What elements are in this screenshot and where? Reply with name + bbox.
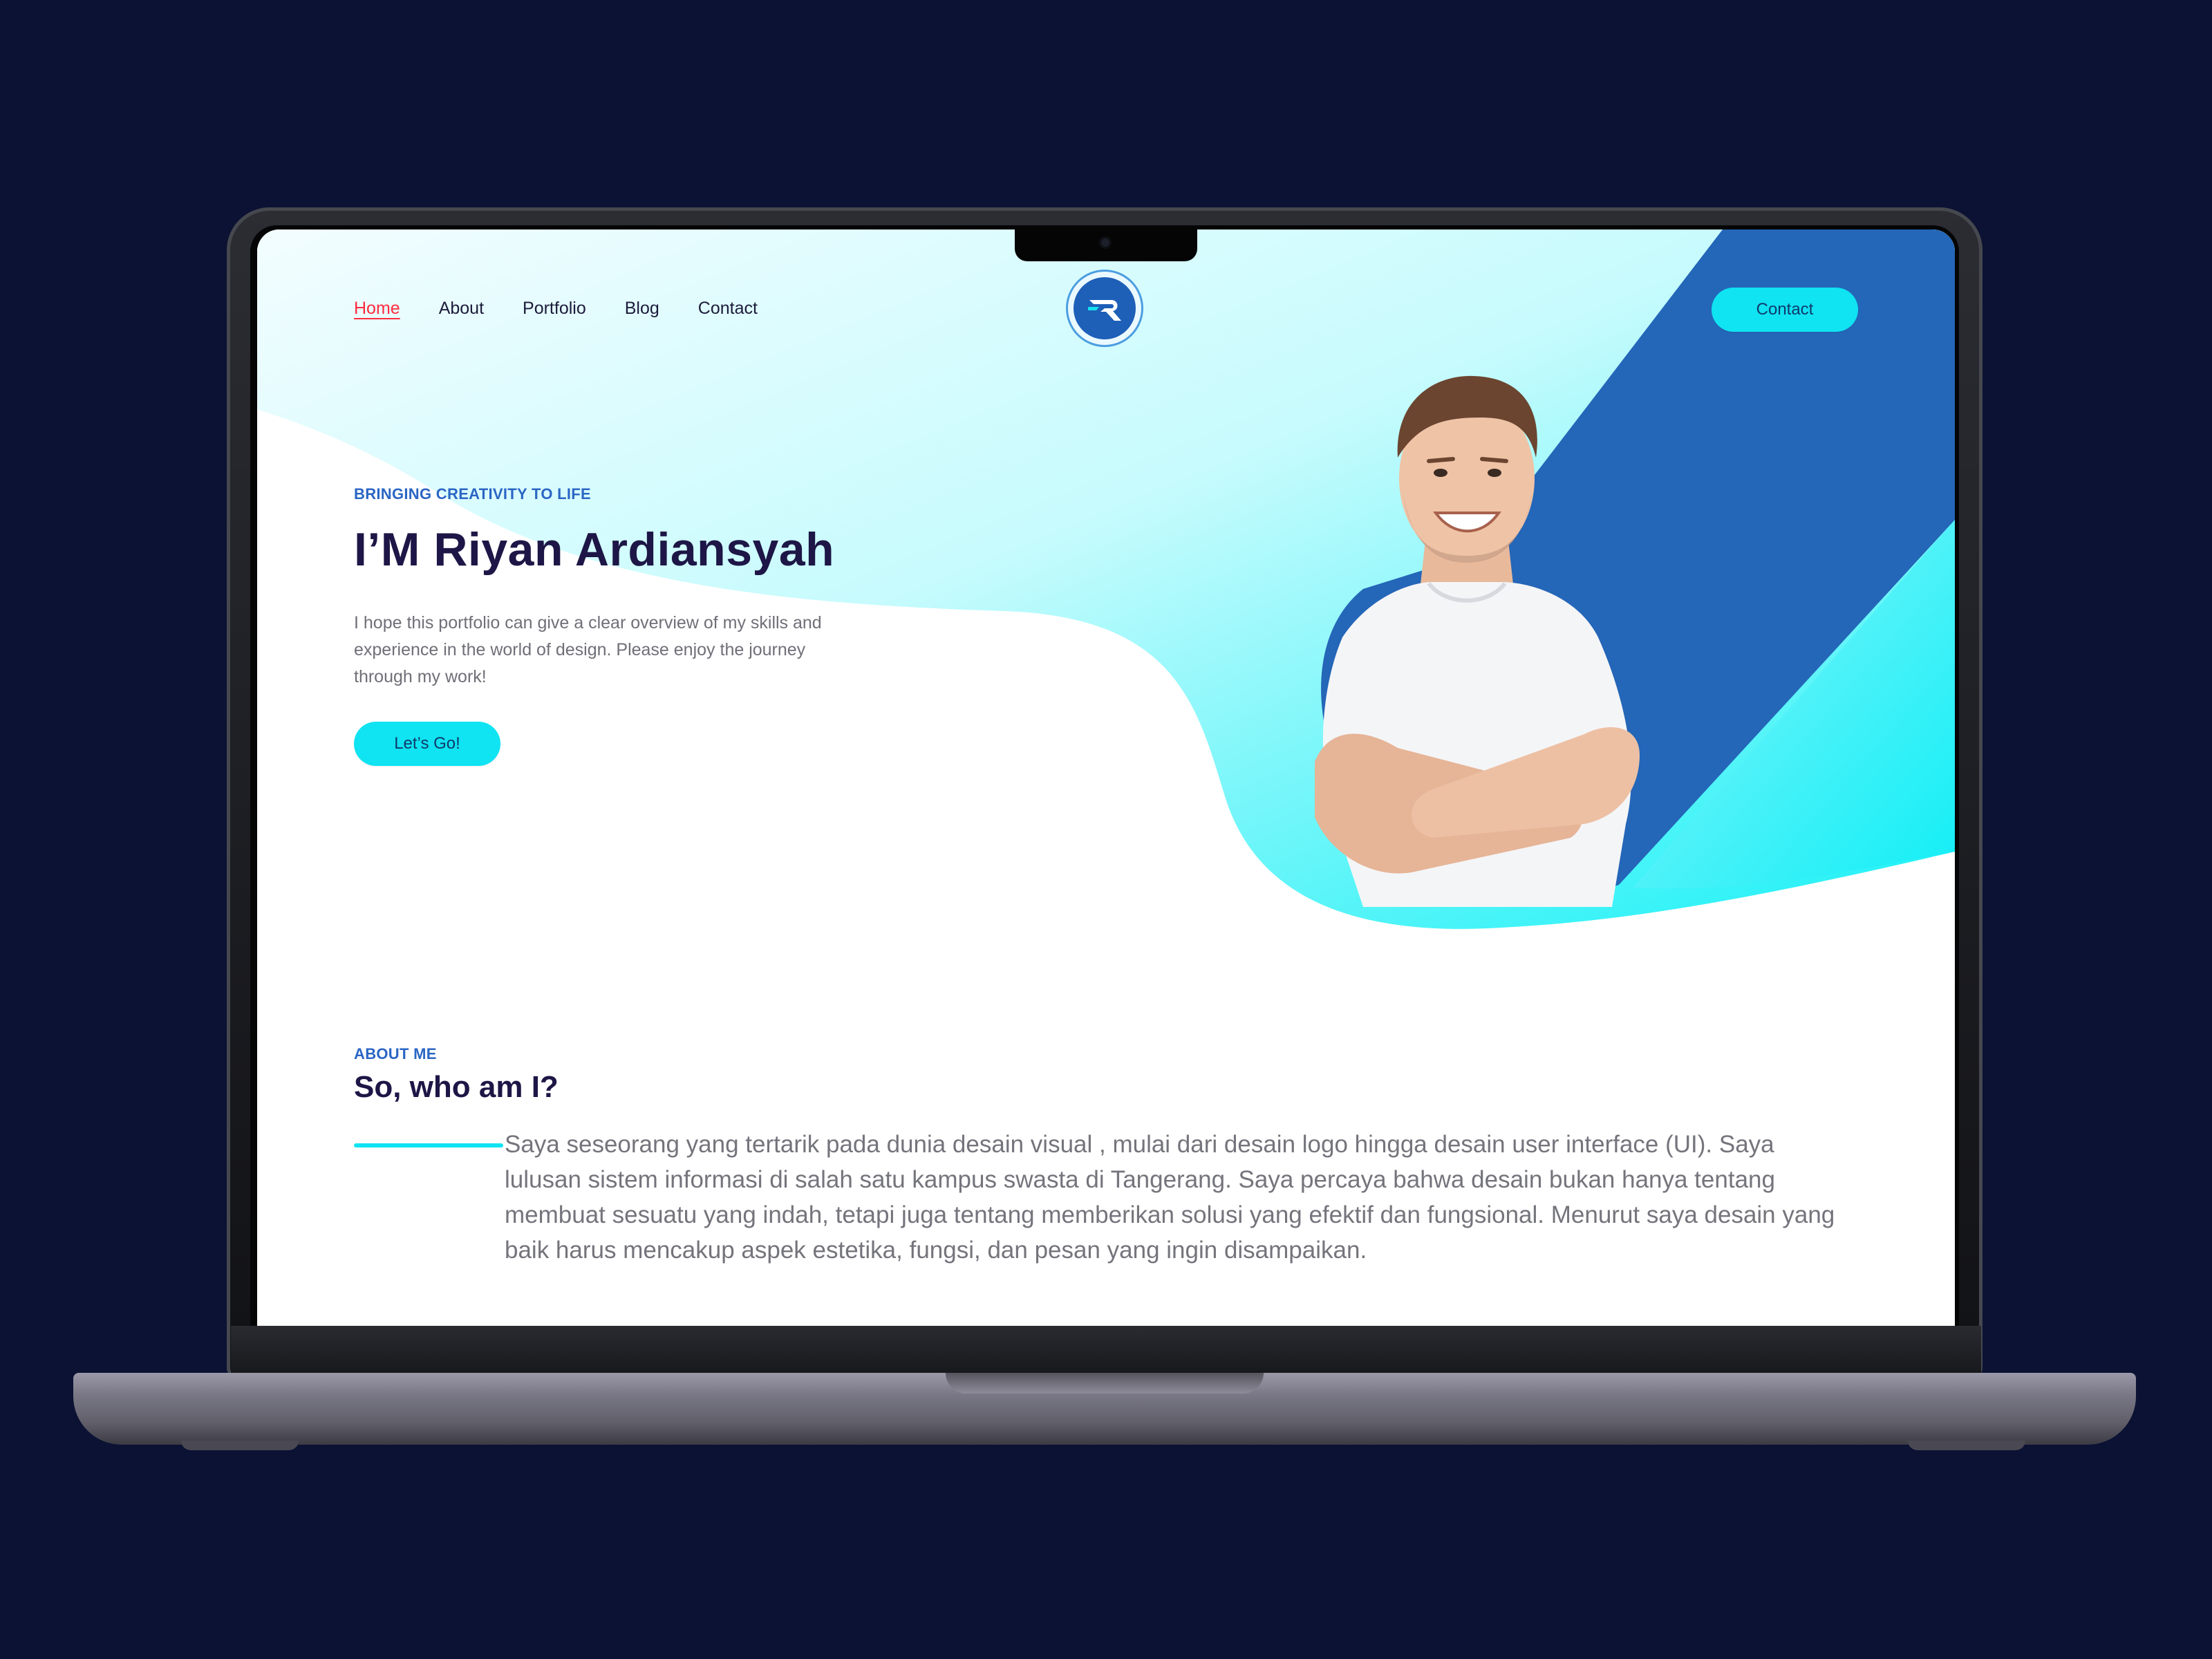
hero-description: I hope this portfolio can give a clear o… [354, 613, 822, 686]
laptop-foot-right [1908, 1441, 2025, 1450]
nav-blog[interactable]: Blog [625, 299, 659, 319]
laptop-hinge [231, 1326, 1981, 1374]
lets-go-button[interactable]: Let’s Go! [354, 722, 500, 766]
about-accent-line [354, 1143, 503, 1147]
about-title: So, who am I? [354, 1070, 559, 1104]
laptop-foot-left [181, 1441, 299, 1450]
about-description: Saya seseorang yang tertarik pada dunia … [505, 1131, 1835, 1264]
hero-eyebrow: BRINGING CREATIVITY TO LIFE [354, 485, 592, 503]
header-contact-button[interactable]: Contact [1712, 288, 1858, 332]
nav-contact[interactable]: Contact [698, 299, 758, 319]
main-nav: Home About Portfolio Blog Contact [354, 299, 758, 319]
hero-title: I’M Riyan Ardiansyah [354, 523, 835, 576]
nav-home[interactable]: Home [354, 299, 400, 319]
nav-about[interactable]: About [439, 299, 484, 319]
nav-portfolio[interactable]: Portfolio [523, 299, 586, 319]
site-logo[interactable] [1066, 270, 1143, 347]
website-screen: Home About Portfolio Blog Contact Contac… [257, 229, 1955, 1326]
laptop-opening-lip [946, 1373, 1264, 1394]
logo-r-mark-icon [1074, 277, 1136, 339]
person-portrait-icon [1315, 375, 1640, 907]
camera-icon [1099, 236, 1112, 249]
about-eyebrow: ABOUT ME [354, 1045, 437, 1062]
